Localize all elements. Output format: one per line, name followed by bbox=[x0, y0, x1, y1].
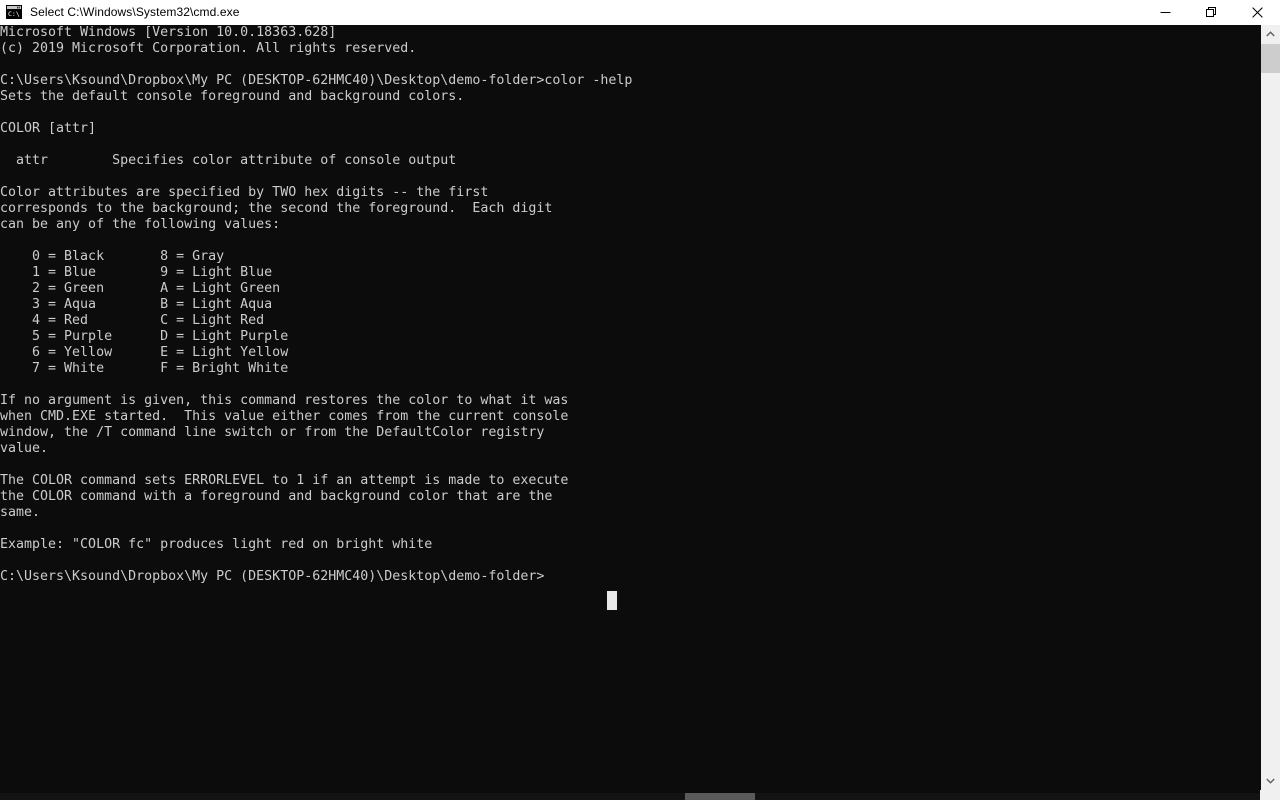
chevron-up-icon bbox=[1266, 31, 1275, 37]
horizontal-scrollbar-track[interactable] bbox=[0, 793, 1280, 800]
scroll-down-button[interactable] bbox=[1261, 772, 1280, 790]
console-cursor bbox=[607, 591, 617, 610]
close-button[interactable] bbox=[1234, 0, 1280, 24]
svg-text:C:\: C:\ bbox=[8, 10, 20, 18]
close-icon bbox=[1251, 6, 1263, 18]
vertical-scrollbar-track[interactable] bbox=[1261, 43, 1280, 772]
chevron-down-icon bbox=[1266, 778, 1275, 784]
window-body: Microsoft Windows [Version 10.0.18363.62… bbox=[0, 25, 1280, 790]
vertical-scrollbar[interactable] bbox=[1260, 25, 1280, 790]
cmd-console-icon: C:\ bbox=[6, 4, 22, 20]
title-bar[interactable]: C:\ Select C:\Windows\System32\cmd.exe bbox=[0, 0, 1280, 25]
console-text: Microsoft Windows [Version 10.0.18363.62… bbox=[0, 25, 633, 584]
restore-button[interactable] bbox=[1188, 0, 1234, 24]
horizontal-scrollbar-thumb[interactable] bbox=[685, 793, 755, 800]
minimize-button[interactable] bbox=[1142, 0, 1188, 24]
scrollbar-corner bbox=[1260, 790, 1280, 800]
scroll-up-button[interactable] bbox=[1261, 25, 1280, 43]
horizontal-scrollbar[interactable] bbox=[0, 790, 1280, 800]
window-title: Select C:\Windows\System32\cmd.exe bbox=[30, 5, 240, 19]
minimize-icon bbox=[1160, 11, 1170, 13]
restore-icon bbox=[1205, 6, 1216, 17]
cmd-window: C:\ Select C:\Windows\System32\cmd.exe M… bbox=[0, 0, 1280, 800]
vertical-scrollbar-thumb[interactable] bbox=[1261, 44, 1280, 73]
console-output-area[interactable]: Microsoft Windows [Version 10.0.18363.62… bbox=[0, 25, 1260, 790]
